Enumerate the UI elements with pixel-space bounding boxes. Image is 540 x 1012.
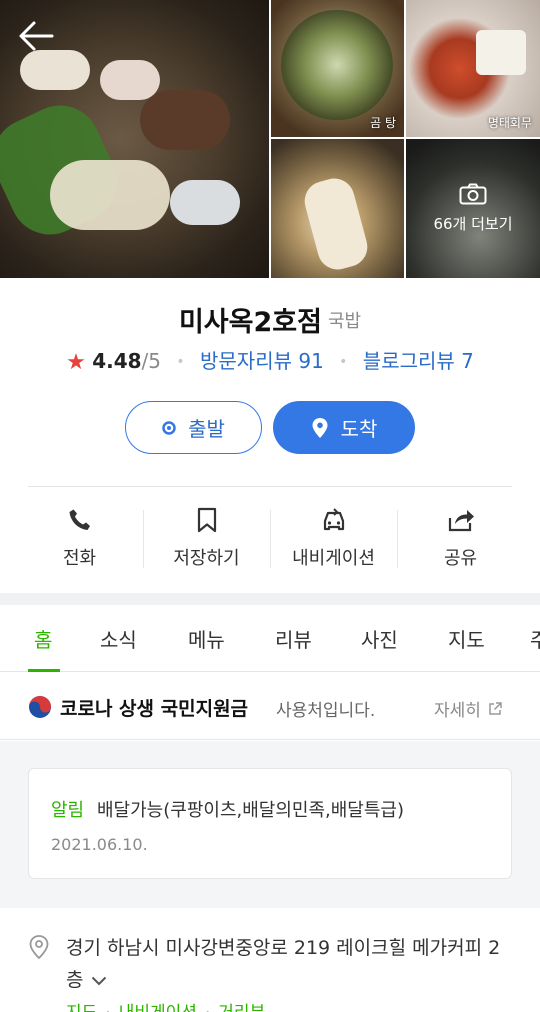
separator-dot: • bbox=[339, 354, 348, 370]
location-icon bbox=[29, 935, 49, 960]
external-link-icon bbox=[489, 701, 502, 715]
address-text[interactable]: 경기 하남시 미사강변중앙로 219 레이크힐 메가커피 2층 bbox=[66, 932, 516, 997]
rating-value: 4.48 bbox=[92, 349, 142, 373]
photo-noodles[interactable] bbox=[271, 139, 404, 278]
car-icon bbox=[320, 506, 348, 534]
tab-news[interactable]: 소식 bbox=[100, 605, 137, 672]
taegeuk-icon bbox=[29, 696, 51, 718]
tab-map[interactable]: 지도 bbox=[448, 605, 485, 672]
active-tab-indicator bbox=[28, 669, 60, 672]
visitor-reviews-link[interactable]: 방문자리뷰 91 bbox=[200, 349, 324, 373]
save-action[interactable]: 저장하기 bbox=[143, 500, 270, 580]
start-dot-icon bbox=[162, 420, 176, 435]
photo-gomtang[interactable]: 곰 탕 bbox=[271, 0, 404, 137]
tab-more[interactable]: 주 bbox=[530, 605, 540, 672]
location-pin-icon bbox=[311, 417, 329, 439]
action-label: 전화 bbox=[62, 548, 97, 569]
back-button[interactable] bbox=[16, 18, 56, 54]
section-gap bbox=[0, 593, 540, 605]
share-icon bbox=[447, 506, 475, 534]
back-arrow-icon bbox=[19, 21, 54, 51]
tab-review[interactable]: 리뷰 bbox=[275, 605, 312, 672]
map-link[interactable]: 지도 bbox=[66, 1003, 97, 1012]
separator-dot: • bbox=[176, 354, 185, 370]
more-photos-label: 66개 더보기 bbox=[433, 215, 513, 233]
call-action[interactable]: 전화 bbox=[16, 500, 143, 580]
start-button-label: 출발 bbox=[188, 417, 225, 441]
address-label: 경기 하남시 미사강변중앙로 219 레이크힐 메가커피 2층 bbox=[66, 937, 501, 991]
camera-icon bbox=[459, 183, 487, 205]
tab-photo[interactable]: 사진 bbox=[361, 605, 398, 672]
place-category: 국밥 bbox=[327, 310, 362, 332]
action-label: 저장하기 bbox=[173, 548, 240, 569]
chevron-down-icon bbox=[91, 965, 107, 997]
action-label: 공유 bbox=[443, 548, 478, 569]
notice-tag: 알림 bbox=[51, 800, 85, 821]
more-photos-button[interactable]: 66개 더보기 bbox=[406, 139, 540, 278]
navigation-link[interactable]: 내비게이션 bbox=[119, 1003, 197, 1012]
tab-home[interactable]: 홈 bbox=[34, 605, 52, 672]
photo-caption: 명태회무 bbox=[487, 116, 532, 130]
place-header: 미사옥2호점 국밥 bbox=[0, 300, 540, 339]
star-icon: ★ bbox=[66, 350, 86, 375]
notice-text: 배달가능(쿠팡이츠,배달의민족,배달특급) bbox=[97, 800, 405, 821]
navigation-action[interactable]: 내비게이션 bbox=[270, 500, 397, 580]
share-action[interactable]: 공유 bbox=[397, 500, 524, 580]
place-name: 미사옥2호점 bbox=[178, 307, 322, 338]
detail-link[interactable]: 자세히 bbox=[434, 696, 503, 721]
start-button[interactable]: 출발 bbox=[125, 401, 262, 454]
rating-row: ★ 4.48/5 • 방문자리뷰 91 • 블로그리뷰 7 bbox=[0, 345, 540, 375]
support-fund-banner[interactable]: 코로나 상생 국민지원금 사용처입니다. 자세히 bbox=[0, 673, 540, 740]
tab-menu[interactable]: 메뉴 bbox=[188, 605, 225, 672]
action-bar: 전화 저장하기 내비게이션 공유 bbox=[16, 500, 524, 580]
photo-caption: 곰 탕 bbox=[370, 116, 396, 130]
photo-gallery: 곰 탕 명태회무 66개 더보기 bbox=[0, 0, 540, 278]
detail-label: 자세히 bbox=[434, 701, 481, 721]
separator-dot: · bbox=[205, 1003, 210, 1012]
arrive-button-label: 도착 bbox=[340, 417, 378, 441]
notice-card[interactable]: 알림 배달가능(쿠팡이츠,배달의민족,배달특급) 2021.06.10. bbox=[28, 768, 512, 879]
banner-title: 코로나 상생 국민지원금 bbox=[60, 698, 249, 720]
arrive-button[interactable]: 도착 bbox=[273, 401, 415, 454]
street-view-link[interactable]: 거리뷰 bbox=[218, 1003, 265, 1012]
banner-text: 사용처입니다. bbox=[276, 701, 376, 721]
separator-dot: · bbox=[105, 1003, 110, 1012]
divider bbox=[28, 486, 512, 487]
bookmark-icon bbox=[193, 506, 221, 534]
phone-icon bbox=[66, 506, 94, 534]
photo-side-dishes[interactable]: 명태회무 bbox=[406, 0, 540, 137]
notice-date: 2021.06.10. bbox=[51, 835, 148, 854]
blog-reviews-link[interactable]: 블로그리뷰 7 bbox=[363, 349, 474, 373]
rating-max: /5 bbox=[141, 349, 162, 373]
tab-bar: 홈 소식 메뉴 리뷰 사진 지도 주 bbox=[0, 605, 540, 672]
action-label: 내비게이션 bbox=[292, 548, 375, 569]
address-links: 지도 · 내비게이션 · 거리뷰 bbox=[66, 998, 265, 1012]
